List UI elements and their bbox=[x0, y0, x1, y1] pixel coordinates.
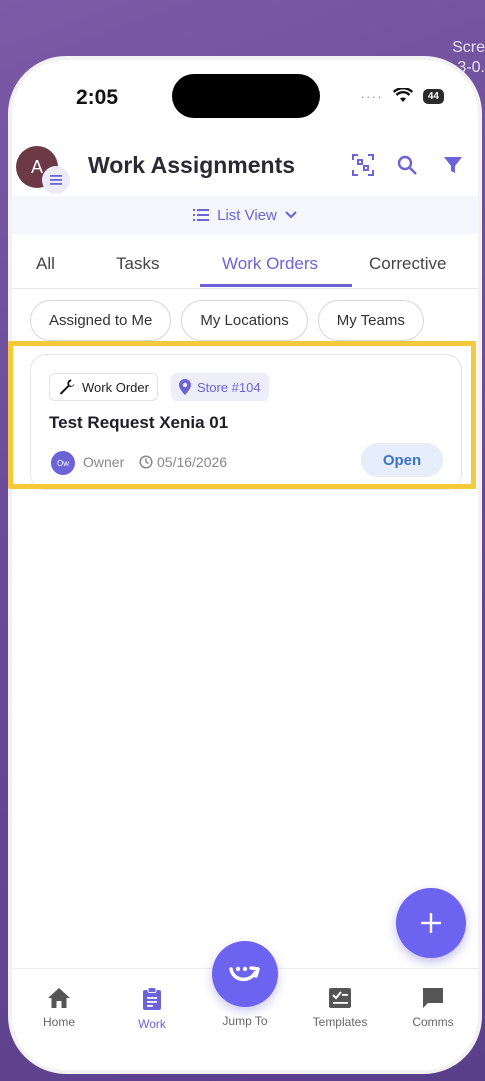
chip-assigned-to-me[interactable]: Assigned to Me bbox=[30, 300, 172, 341]
tab-all[interactable]: All bbox=[36, 254, 55, 274]
list-view-label: List View bbox=[217, 206, 277, 224]
chip-my-locations[interactable]: My Locations bbox=[181, 300, 308, 341]
bottom-nav: Home Work Jump To Templates Comms bbox=[12, 941, 478, 1070]
nav-comms-label: Comms bbox=[412, 1015, 454, 1029]
nav-work[interactable]: Work bbox=[112, 987, 192, 1031]
templates-icon bbox=[329, 988, 351, 1008]
tab-corrective[interactable]: Corrective bbox=[369, 254, 446, 274]
home-icon bbox=[48, 988, 70, 1008]
nav-templates-label: Templates bbox=[312, 1015, 368, 1029]
search-icon[interactable] bbox=[394, 152, 420, 178]
list-icon bbox=[193, 209, 210, 221]
qr-scan-icon[interactable] bbox=[350, 152, 376, 178]
battery-icon: 44 bbox=[422, 88, 444, 104]
active-tab-indicator bbox=[200, 284, 352, 287]
status-icons: ···· 44 bbox=[360, 88, 444, 104]
tab-bar: All Tasks Work Orders Corrective bbox=[12, 236, 478, 289]
plus-icon bbox=[421, 913, 441, 933]
chip-my-teams[interactable]: My Teams bbox=[317, 300, 424, 341]
nav-comms[interactable]: Comms bbox=[393, 987, 473, 1029]
dynamic-island bbox=[172, 74, 320, 118]
highlight-box bbox=[8, 341, 476, 489]
nav-home-label: Home bbox=[42, 1015, 75, 1029]
filter-icon[interactable] bbox=[440, 152, 466, 178]
edge-text-line-1: Scre bbox=[452, 39, 485, 56]
tab-tasks[interactable]: Tasks bbox=[116, 254, 159, 274]
status-bar: 2:05 ···· 44 bbox=[12, 60, 478, 140]
menu-icon[interactable] bbox=[42, 166, 70, 194]
list-view-toggle[interactable]: List View bbox=[12, 196, 478, 234]
clipboard-icon bbox=[143, 987, 161, 1010]
add-button[interactable] bbox=[396, 888, 466, 958]
wifi-icon bbox=[392, 88, 413, 102]
signal-icon: ···· bbox=[360, 88, 383, 104]
chevron-down-icon bbox=[285, 211, 297, 219]
chat-icon bbox=[423, 988, 443, 1008]
phone-frame: 2:05 ···· 44 A Work Assignments List Vie… bbox=[8, 56, 482, 1074]
tab-work-orders[interactable]: Work Orders bbox=[222, 254, 318, 274]
status-time: 2:05 bbox=[76, 86, 119, 109]
filter-chips: Assigned to Me My Locations My Teams bbox=[30, 300, 424, 341]
app-header: A Work Assignments bbox=[12, 138, 478, 196]
nav-jump-label: Jump To bbox=[222, 1014, 268, 1028]
nav-home[interactable]: Home bbox=[19, 987, 99, 1029]
nav-work-label: Work bbox=[138, 1017, 166, 1031]
page-title: Work Assignments bbox=[88, 152, 296, 178]
jump-to-button[interactable] bbox=[212, 941, 278, 1007]
nav-templates[interactable]: Templates bbox=[300, 987, 380, 1029]
jump-to-icon bbox=[229, 966, 260, 982]
